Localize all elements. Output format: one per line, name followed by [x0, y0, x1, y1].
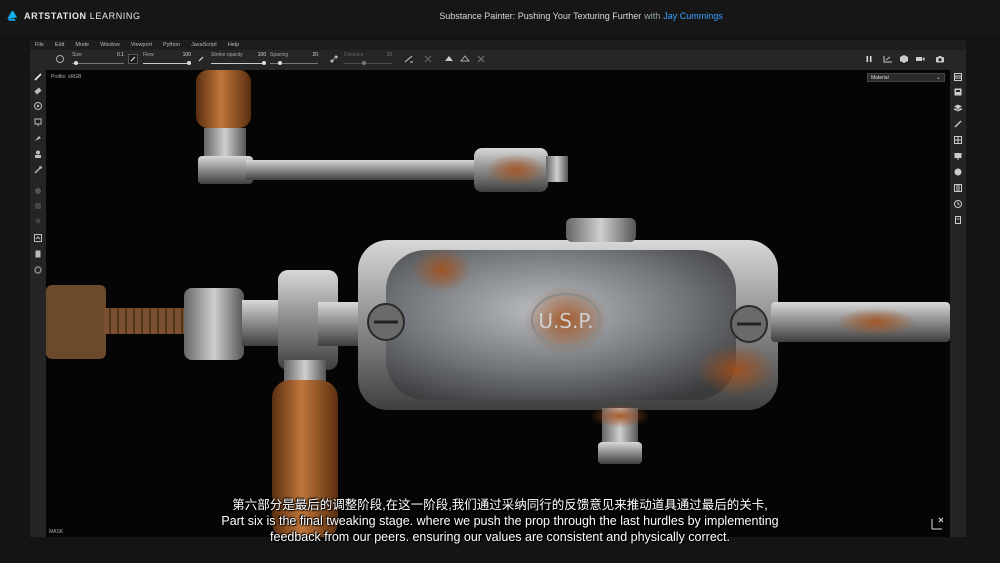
size-slider-handle[interactable]: [74, 61, 78, 65]
menu-viewport[interactable]: Viewport: [131, 40, 152, 50]
subtitle-english-line1: Part six is the final tweaking stage. wh…: [221, 514, 779, 528]
settings-icon[interactable]: [33, 265, 43, 275]
hand-drill-model: U.S.P.: [46, 70, 950, 537]
housing-stamp: U.S.P.: [538, 309, 593, 333]
lazy-mouse-icon[interactable]: [329, 54, 339, 64]
stroke-opacity-slider[interactable]: [211, 63, 266, 64]
geometry-fill-icon[interactable]: [33, 117, 43, 127]
flow-value[interactable]: 100: [183, 52, 191, 58]
course-title: Substance Painter: Pushing Your Texturin…: [0, 11, 1000, 21]
document-icon[interactable]: [33, 249, 43, 259]
layout-icon[interactable]: [33, 233, 43, 243]
projection-icon[interactable]: [33, 101, 43, 111]
menu-window[interactable]: Window: [100, 40, 120, 50]
mirror-y-icon[interactable]: [460, 54, 470, 64]
right-panel-toolbar: [950, 70, 966, 537]
layer-icon[interactable]: [33, 201, 43, 211]
log-icon[interactable]: [953, 215, 963, 225]
course-by: with: [644, 11, 661, 21]
eraser-icon[interactable]: [33, 86, 43, 96]
screenshot-camera-icon[interactable]: [935, 54, 945, 64]
flow-slider[interactable]: [143, 63, 191, 64]
menu-python[interactable]: Python: [163, 40, 180, 50]
menu-file[interactable]: File: [35, 40, 44, 50]
menu-bar: File Edit Mode Window Viewport Python Ja…: [30, 40, 966, 50]
viewport-channel-select[interactable]: Material ⌄: [867, 73, 945, 82]
3d-viewport[interactable]: U.S.P. Profile: sRGB Material ⌄ MASK: [46, 70, 950, 537]
stroke-opacity-value[interactable]: 100: [258, 52, 266, 58]
subtitle-english-line2: feedback from our peers. ensuring our va…: [270, 530, 730, 544]
brush-properties-toolbar: Size 0.1 Flow 100 Stroke opacity 100 Spa…: [30, 50, 966, 71]
paint-brush-icon[interactable]: [33, 72, 43, 82]
distance-control[interactable]: Distance 10: [344, 52, 392, 68]
chevron-down-icon: ⌄: [935, 75, 941, 81]
mirror-z-icon[interactable]: [476, 54, 486, 64]
course-title-text: Substance Painter: Pushing Your Texturin…: [439, 11, 642, 21]
menu-help[interactable]: Help: [228, 40, 239, 50]
flow-slider-handle[interactable]: [187, 61, 191, 65]
history-icon[interactable]: [953, 199, 963, 209]
shelf-icon[interactable]: [953, 135, 963, 145]
menu-javascript[interactable]: JavaScript: [191, 40, 217, 50]
size-control[interactable]: Size 0.1: [72, 52, 124, 68]
texture-set-list-icon[interactable]: [953, 72, 963, 82]
distance-label: Distance: [344, 52, 364, 58]
size-value[interactable]: 0.1: [117, 52, 124, 58]
flow-pressure-icon[interactable]: [196, 54, 206, 64]
environment-icon[interactable]: [953, 167, 963, 177]
flow-control[interactable]: Flow 100: [143, 52, 191, 68]
symmetry-off-icon[interactable]: [423, 54, 433, 64]
spacing-value[interactable]: 20: [312, 52, 318, 58]
pen-pressure-icon[interactable]: [128, 54, 138, 64]
smudge-icon[interactable]: [33, 133, 43, 143]
spacing-slider-handle[interactable]: [278, 61, 282, 65]
distance-value[interactable]: 10: [386, 52, 392, 58]
spacing-control[interactable]: Spacing 20: [270, 52, 318, 68]
material-icon[interactable]: [33, 186, 43, 196]
course-banner: ARTSTATION LEARNING Substance Painter: P…: [0, 0, 1000, 36]
course-author: Jay Cummings: [663, 11, 723, 21]
color-profile-label: Profile: sRGB: [51, 74, 82, 80]
display-settings-icon[interactable]: [953, 151, 963, 161]
viewer-settings-icon[interactable]: [953, 183, 963, 193]
pause-icon[interactable]: [864, 54, 874, 64]
color-picker-icon[interactable]: [33, 165, 43, 175]
stroke-opacity-control[interactable]: Stroke opacity 100: [211, 52, 266, 68]
camera-view-icon[interactable]: [883, 54, 893, 64]
stroke-opacity-handle[interactable]: [262, 61, 266, 65]
flow-label: Flow: [143, 52, 154, 58]
video-record-icon[interactable]: [915, 54, 925, 64]
stroke-mode-icon[interactable]: [404, 54, 414, 64]
distance-slider[interactable]: [344, 63, 392, 64]
distance-slider-handle[interactable]: [362, 61, 366, 65]
render-mode-icon[interactable]: [899, 54, 909, 64]
subtitle-chinese: 第六部分是最后的调整阶段,在这一阶段,我们通过采纳同行的反馈意见来推动道具通过最…: [232, 498, 768, 512]
spacing-label: Spacing: [270, 52, 289, 58]
menu-mode[interactable]: Mode: [75, 40, 89, 50]
channel-select-value: Material: [871, 75, 889, 81]
size-label: Size: [72, 52, 82, 58]
brush-shape-icon[interactable]: [55, 54, 65, 64]
subtitles: 第六部分是最后的调整阶段,在这一阶段,我们通过采纳同行的反馈意见来推动道具通过最…: [0, 497, 1000, 545]
substance-painter-window: File Edit Mode Window Viewport Python Ja…: [30, 40, 966, 537]
size-slider[interactable]: [72, 63, 124, 64]
texture-set-settings-icon[interactable]: [953, 87, 963, 97]
menu-edit[interactable]: Edit: [55, 40, 64, 50]
mask-icon[interactable]: [33, 216, 43, 226]
clone-icon[interactable]: [33, 149, 43, 159]
layers-icon[interactable]: [953, 103, 963, 113]
properties-icon[interactable]: [953, 119, 963, 129]
stroke-opacity-label: Stroke opacity: [211, 52, 243, 58]
mirror-x-icon[interactable]: [444, 54, 454, 64]
left-toolbar: [30, 70, 46, 537]
